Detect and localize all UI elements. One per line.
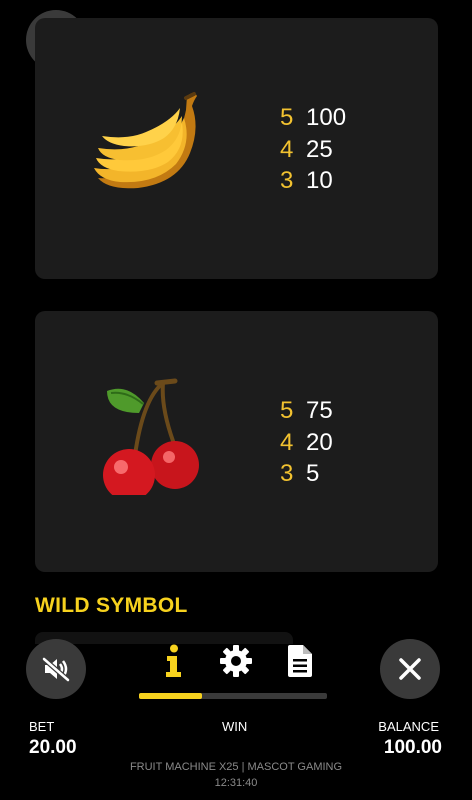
paytable-card-cherry: 5 75 4 20 35 [35,311,438,572]
pay-count: 3 [280,167,294,194]
paytable-card-banana: 5 100 4 25 3 10 [35,18,438,279]
pay-count: 5 [280,104,294,131]
pay-value: 20 [306,428,333,456]
pay-count: 3 [280,460,294,487]
banana-symbol [94,92,197,189]
close-button[interactable] [380,639,440,699]
pay-count: 4 [280,428,294,456]
bet-label: BET [29,719,55,734]
tab-indicator [139,693,202,699]
clock-time: 12:31:40 [214,777,258,789]
bet-value: 20.00 [29,737,77,758]
balance-value: 100.00 [383,737,442,758]
gear-icon [220,645,252,677]
pay-count: 5 [280,397,294,424]
pay-value: 10 [306,167,333,194]
close-icon [399,658,421,680]
tab-document[interactable] [279,642,319,680]
sound-muted-icon [42,657,70,682]
pay-value: 25 [306,135,333,163]
info-icon [166,644,181,677]
section-title: WILD SYMBOL [35,594,188,617]
sound-toggle-button[interactable] [26,639,86,699]
tab-settings[interactable] [216,642,256,680]
balance-label: BALANCE [378,719,439,734]
pay-value: 100 [306,104,347,131]
pay-value: 5 [306,460,320,487]
game-footer-title: FRUIT MACHINE X25 | MASCOT GAMING [129,761,343,773]
pay-value: 75 [306,397,333,424]
pay-count: 4 [280,135,294,163]
tab-info[interactable] [153,642,193,680]
document-icon [288,645,312,677]
win-label: WIN [222,719,248,734]
cherry-symbol [103,378,199,495]
